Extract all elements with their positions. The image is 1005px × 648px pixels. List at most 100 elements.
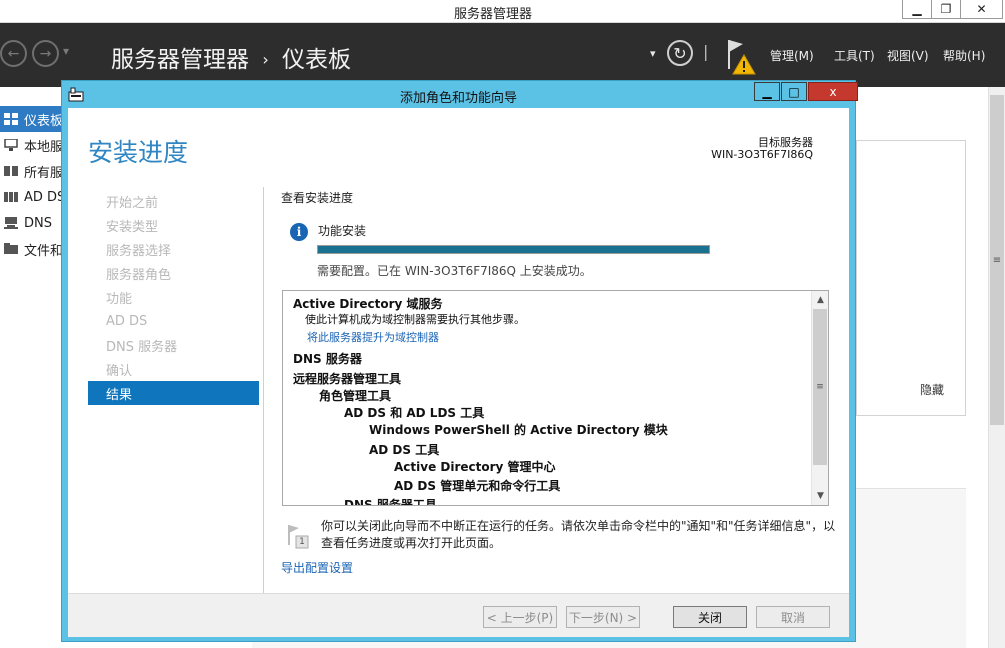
step-ad-ds[interactable]: AD DS	[88, 309, 259, 333]
dialog-title-bar: 添加角色和功能向导 ▁ □ x	[62, 81, 858, 107]
breadcrumb-page: 仪表板	[282, 47, 352, 73]
sidebar-item-all-servers[interactable]: 所有服务器	[0, 158, 62, 184]
notification-flag-note-icon: 1	[286, 523, 310, 549]
sidebar-item-label: 仪表板	[24, 113, 62, 129]
steps-divider	[263, 187, 264, 605]
sidebar-item-dns[interactable]: DNS	[0, 210, 62, 236]
install-status-text: 需要配置。已在 WIN-3O3T6F7I86Q 上安装成功。	[317, 264, 592, 278]
window-title: 服务器管理器	[453, 7, 532, 22]
result-dns-tools: DNS 服务器工具	[344, 498, 437, 506]
page-title: 安装进度	[88, 138, 189, 167]
minimize-icon: ▁	[912, 2, 922, 16]
result-ad-powershell: Windows PowerShell 的 Active Directory 模块	[369, 423, 668, 437]
step-installation-type[interactable]: 安装类型	[88, 213, 259, 237]
sidebar-item-label: DNS	[24, 215, 52, 231]
forward-button[interactable]: →	[32, 40, 59, 67]
step-server-roles[interactable]: 服务器角色	[88, 261, 259, 285]
results-list[interactable]: Active Directory 域服务 使此计算机成为域控制器需要执行其他步骤…	[282, 290, 829, 506]
result-ad-ds-lds-tools: AD DS 和 AD LDS 工具	[344, 406, 485, 420]
window-close-button[interactable]: ✕	[960, 0, 1003, 19]
info-icon: i	[290, 223, 308, 241]
sidebar-item-file-storage[interactable]: 文件和存储服务	[0, 236, 62, 262]
refresh-dropdown-icon[interactable]: ▾	[650, 47, 656, 60]
all-servers-icon	[4, 166, 18, 176]
promote-dc-link[interactable]: 将此服务器提升为域控制器	[307, 329, 439, 345]
scroll-down-icon[interactable]: ▼	[814, 489, 827, 503]
notifications-flag-button[interactable]	[726, 37, 758, 77]
dialog-maximize-button[interactable]: □	[781, 82, 807, 101]
back-arrow-icon: ←	[7, 45, 20, 62]
export-config-link[interactable]: 导出配置设置	[281, 559, 353, 576]
sidebar-item-label: 本地服务器	[24, 139, 62, 155]
sidebar-item-label: AD DS	[24, 189, 62, 205]
result-ad-ds-tools: AD DS 工具	[369, 443, 440, 457]
close-button[interactable]: 关闭	[673, 606, 747, 628]
restore-icon: ❐	[940, 2, 952, 16]
result-ad-ds: Active Directory 域服务	[293, 297, 443, 311]
feature-install-label: 功能安装	[318, 224, 367, 238]
dashboard-scrollbar[interactable]: ≡	[988, 87, 1005, 648]
file-storage-icon	[4, 243, 18, 254]
sidebar-item-local-server[interactable]: 本地服务器	[0, 132, 62, 158]
forward-arrow-icon: →	[39, 45, 52, 62]
menu-manage[interactable]: 管理(M)	[770, 47, 814, 64]
sidebar-item-dashboard[interactable]: 仪表板	[0, 106, 62, 132]
menu-help[interactable]: 帮助(H)	[943, 47, 985, 64]
result-ad-admin-center: Active Directory 管理中心	[394, 460, 556, 474]
local-server-icon	[4, 139, 18, 151]
section-title: 查看安装进度	[281, 191, 354, 205]
result-rsat: 远程服务器管理工具	[293, 372, 402, 386]
step-before-you-begin[interactable]: 开始之前	[88, 189, 259, 213]
dashboard-scroll-thumb[interactable]: ≡	[990, 95, 1004, 425]
app-header: ← → ▾ 服务器管理器 › 仪表板 ▾ ↻ | 管理(M) 工具(T) 视图(…	[0, 23, 1005, 87]
menu-tools[interactable]: 工具(T)	[834, 47, 875, 64]
scroll-up-icon[interactable]: ▲	[814, 293, 827, 307]
breadcrumb: 服务器管理器 › 仪表板	[111, 40, 351, 74]
maximize-icon: □	[788, 84, 800, 99]
back-button[interactable]: ←	[0, 40, 27, 67]
step-results[interactable]: 结果	[88, 381, 259, 405]
window-restore-button[interactable]: ❐	[931, 0, 961, 19]
hide-link[interactable]: 隐藏	[920, 381, 944, 398]
dialog-minimize-button[interactable]: ▁	[754, 82, 780, 101]
results-scroll-thumb[interactable]: ≡	[813, 309, 827, 465]
dashboard-tile	[856, 140, 966, 416]
refresh-button[interactable]: ↻	[667, 40, 693, 66]
header-separator: |	[703, 42, 709, 61]
dialog-body: 安装进度 目标服务器 WIN-3O3T6F7I86Q 开始之前 安装类型 服务器…	[68, 108, 849, 605]
dialog-title: 添加角色和功能向导	[399, 91, 517, 106]
previous-button[interactable]: < 上一步(P)	[483, 606, 557, 628]
close-icon: ✕	[976, 2, 987, 16]
notification-flag-icon	[728, 40, 756, 75]
window-minimize-button[interactable]: ▁	[902, 0, 932, 19]
step-dns-server[interactable]: DNS 服务器	[88, 333, 259, 357]
add-roles-wizard-dialog: 添加角色和功能向导 ▁ □ x 安装进度 目标服务器 WIN-3O3T6F7I8…	[61, 80, 858, 642]
minimize-icon: ▁	[762, 84, 772, 99]
ad-ds-icon	[4, 192, 18, 202]
target-server-value: WIN-3O3T6F7I86Q	[711, 148, 813, 161]
wizard-note-text: 你可以关闭此向导而不中断正在运行的任务。请依次单击命令栏中的"通知"和"任务详细…	[321, 519, 836, 550]
sidebar-item-label: 文件和存储服务	[24, 243, 62, 259]
history-dropdown-icon[interactable]: ▾	[63, 44, 69, 58]
sidebar-item-label: 所有服务器	[24, 165, 62, 181]
install-progress-bar	[317, 245, 710, 254]
sidebar-item-ad-ds[interactable]: AD DS	[0, 184, 62, 210]
step-server-selection[interactable]: 服务器选择	[88, 237, 259, 261]
dashboard-icon	[4, 113, 18, 125]
progress-fill	[318, 246, 709, 253]
cancel-button[interactable]: 取消	[756, 606, 830, 628]
refresh-icon: ↻	[673, 43, 687, 63]
next-button[interactable]: 下一步(N) >	[566, 606, 640, 628]
result-role-admin-tools: 角色管理工具	[319, 389, 392, 403]
dialog-close-button[interactable]: x	[808, 82, 858, 101]
window-title-bar: 服务器管理器 ▁ ❐ ✕	[0, 0, 1005, 23]
step-confirmation[interactable]: 确认	[88, 357, 259, 381]
result-ad-ds-note: 使此计算机成为域控制器需要执行其他步骤。	[305, 313, 525, 326]
dialog-footer: < 上一步(P) 下一步(N) > 关闭 取消	[68, 593, 849, 637]
results-scrollbar[interactable]: ▲ ≡ ▼	[811, 291, 828, 505]
result-ad-snapins: AD DS 管理单元和命令行工具	[394, 479, 561, 493]
menu-view[interactable]: 视图(V)	[887, 47, 929, 64]
sidebar: 仪表板 本地服务器 所有服务器 AD DS DNS 文件和存储服务	[0, 87, 62, 648]
breadcrumb-app: 服务器管理器	[111, 47, 249, 73]
step-features[interactable]: 功能	[88, 285, 259, 309]
